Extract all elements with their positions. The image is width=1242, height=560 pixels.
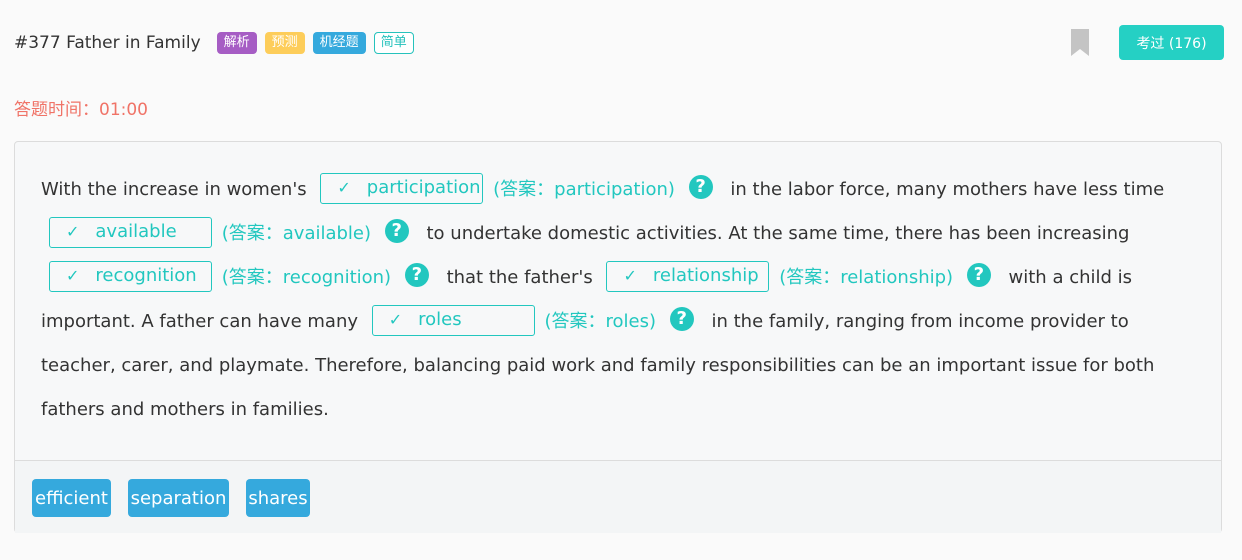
- check-icon: ✓: [66, 222, 80, 241]
- tag-analysis[interactable]: 解析: [216, 32, 257, 54]
- word-options-panel: efficient separation shares: [15, 460, 1221, 533]
- option-chip[interactable]: shares: [246, 479, 310, 517]
- help-icon[interactable]: ?: [404, 263, 429, 287]
- tag-machine-exam[interactable]: 机经题: [312, 32, 366, 54]
- passage-segment: to undertake domestic activities. At the…: [426, 223, 1130, 244]
- blank-value: relationship: [652, 265, 759, 286]
- tag-prediction[interactable]: 预测: [264, 32, 305, 54]
- check-icon: ✓: [388, 310, 403, 329]
- check-icon: ✓: [66, 266, 80, 285]
- exam-count-button[interactable]: 考过 (176): [1119, 25, 1224, 60]
- blank-3[interactable]: ✓ recognition: [49, 260, 212, 292]
- answer-label: (答案：relationship): [779, 267, 954, 288]
- help-icon[interactable]: ?: [688, 175, 713, 199]
- passage-segment: With the increase in women's: [41, 179, 307, 200]
- question-title: #377 Father in Family: [14, 33, 201, 53]
- blank-1[interactable]: ✓ participation: [320, 172, 484, 204]
- passage-text: With the increase in women's ✓ participat…: [41, 168, 1201, 432]
- option-chip[interactable]: efficient: [32, 479, 111, 517]
- blank-value: available: [95, 221, 177, 242]
- question-header: #377 Father in Family 解析 预测 机经题 简单: [14, 30, 422, 56]
- answer-timer: 答题时间：01:00: [14, 100, 148, 120]
- bookmark-icon[interactable]: [1071, 29, 1089, 56]
- help-icon[interactable]: ?: [384, 219, 409, 243]
- blank-value: participation: [366, 177, 481, 198]
- answer-label: (答案：recognition): [221, 267, 392, 288]
- answer-label: (答案：roles): [544, 311, 656, 332]
- check-icon: ✓: [337, 178, 351, 197]
- blank-2[interactable]: ✓ available: [49, 216, 212, 248]
- help-icon[interactable]: ?: [669, 307, 694, 331]
- answer-label: (答案：available): [221, 223, 372, 244]
- tag-difficulty: 简单: [373, 32, 414, 54]
- blank-5[interactable]: ✓ roles: [371, 304, 535, 336]
- answer-label: (答案：participation): [493, 179, 675, 200]
- check-icon: ✓: [623, 266, 637, 285]
- passage-segment: in the labor force, many mothers have le…: [730, 179, 1165, 200]
- question-card: With the increase in women's ✓ participat…: [14, 141, 1222, 533]
- blank-4[interactable]: ✓ relationship: [606, 260, 770, 292]
- help-icon[interactable]: ?: [966, 263, 991, 287]
- blank-value: recognition: [95, 265, 197, 286]
- blank-value: roles: [418, 309, 462, 330]
- option-chip[interactable]: separation: [128, 479, 229, 517]
- passage-segment: that the father's: [446, 267, 593, 288]
